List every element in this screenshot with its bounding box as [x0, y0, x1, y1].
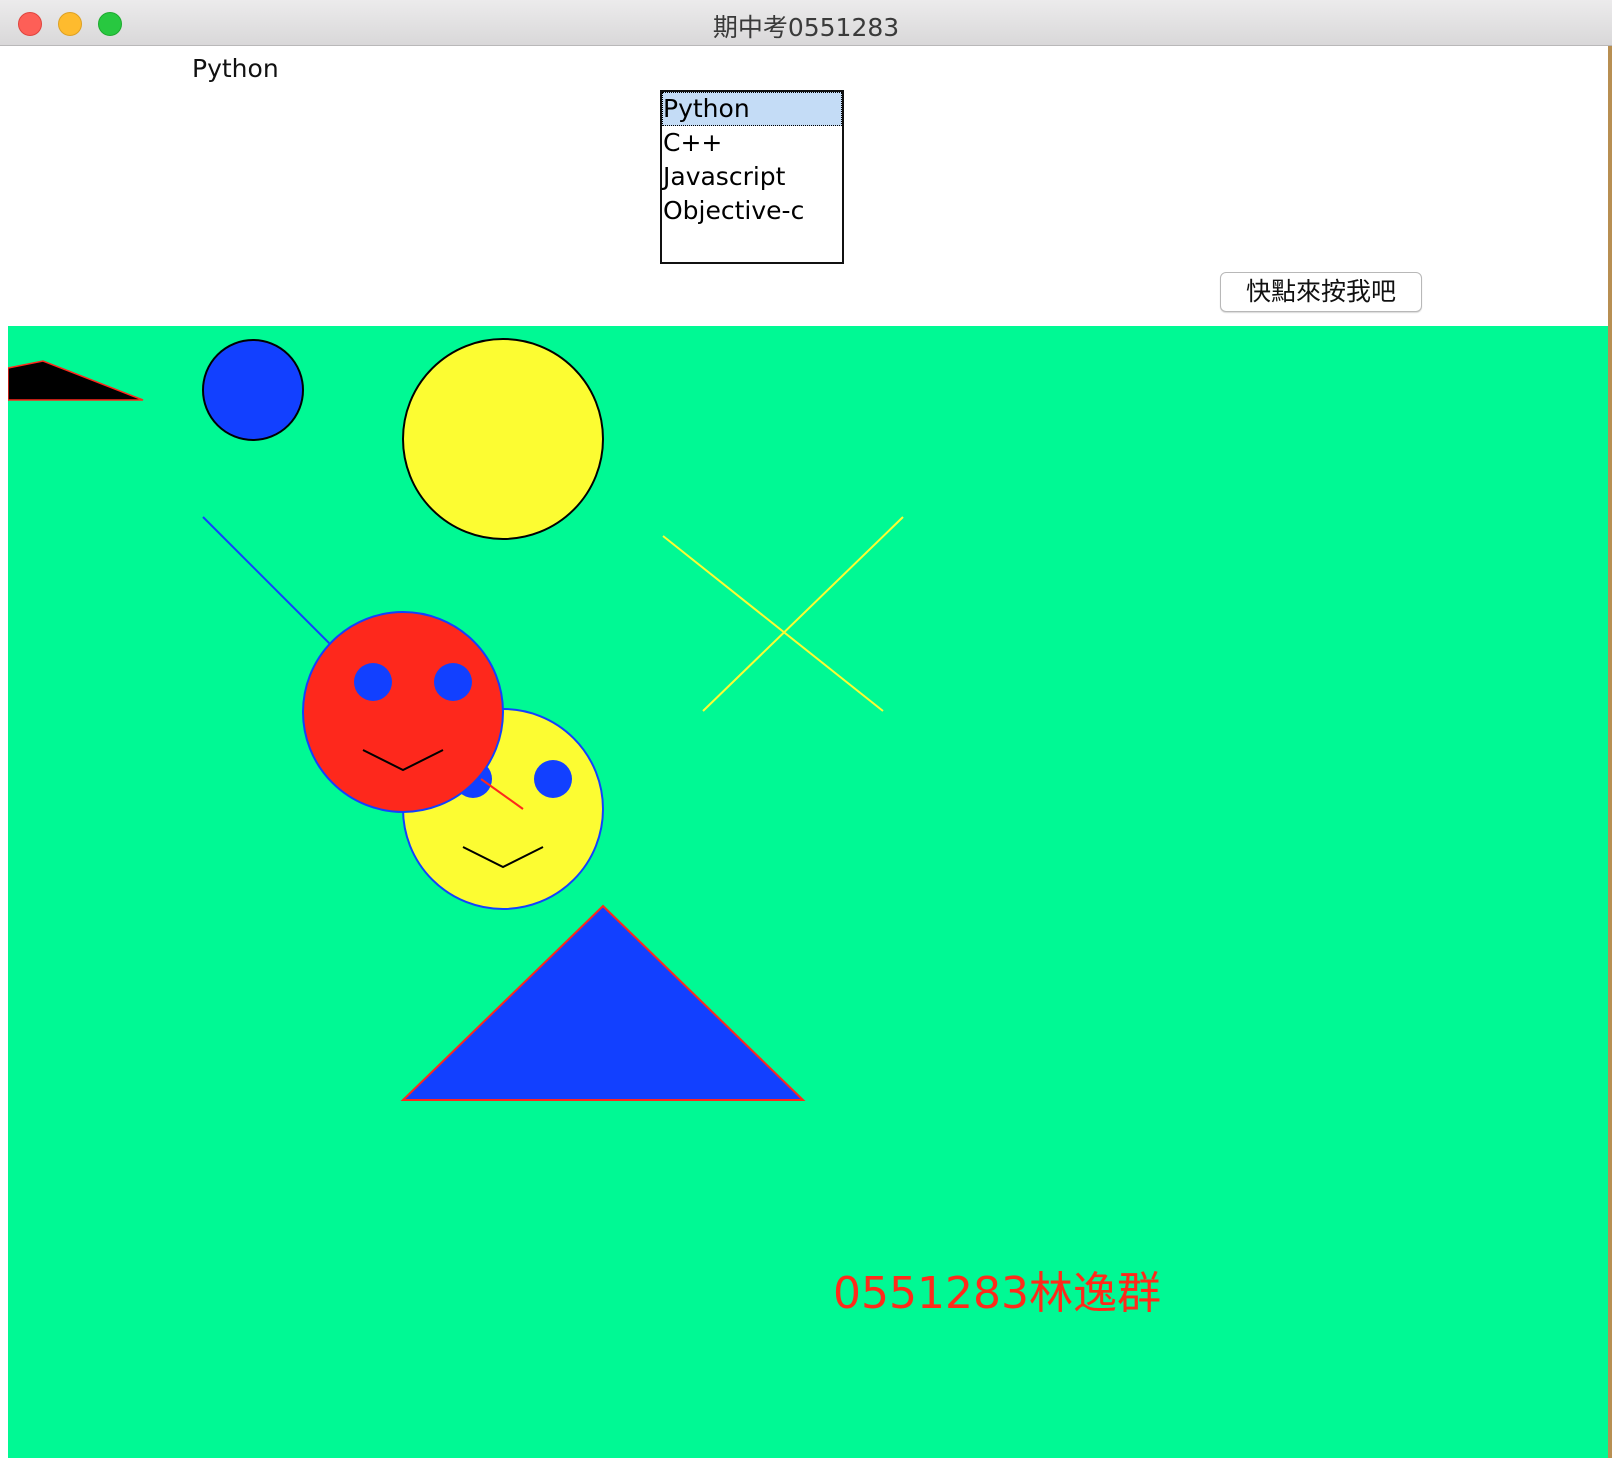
- listbox-item-cpp[interactable]: C++: [662, 126, 842, 160]
- yellow-cross-line-2: [702, 516, 904, 712]
- red-face-right-eye: [434, 663, 472, 701]
- window-content: Python Python C++ Javascript Objective-c…: [0, 46, 1612, 1458]
- listbox-item-objective-c[interactable]: Objective-c: [662, 194, 842, 228]
- drawing-canvas: 0551283林逸群: [8, 326, 1612, 1458]
- yellow-circle-shape: [402, 338, 604, 540]
- blue-circle-shape: [202, 339, 304, 441]
- red-face-left-eye: [354, 663, 392, 701]
- black-triangle-shape: [8, 360, 144, 401]
- title-bar: 期中考0551283: [0, 0, 1612, 46]
- red-face-circle: [302, 611, 504, 813]
- window-title: 期中考0551283: [712, 13, 900, 42]
- red-smiley-face: [302, 611, 504, 813]
- language-listbox[interactable]: Python C++ Javascript Objective-c: [660, 90, 844, 264]
- window-edge: [1608, 46, 1612, 1458]
- yellow-face-right-eye: [534, 760, 572, 798]
- canvas-drawing: 0551283林逸群: [8, 338, 1161, 1319]
- press-me-button[interactable]: 快點來按我吧: [1220, 272, 1422, 312]
- blue-line-shape: [202, 516, 339, 653]
- selected-language-label: Python: [192, 54, 279, 83]
- yellow-cross-line-1: [662, 535, 884, 712]
- listbox-item-javascript[interactable]: Javascript: [662, 160, 842, 194]
- blue-triangle-shape: [400, 904, 806, 1101]
- app-window: 期中考0551283 Python Python C++ Javascript …: [0, 0, 1612, 1458]
- listbox-item-python[interactable]: Python: [662, 92, 842, 126]
- signature-text: 0551283林逸群: [833, 1268, 1161, 1319]
